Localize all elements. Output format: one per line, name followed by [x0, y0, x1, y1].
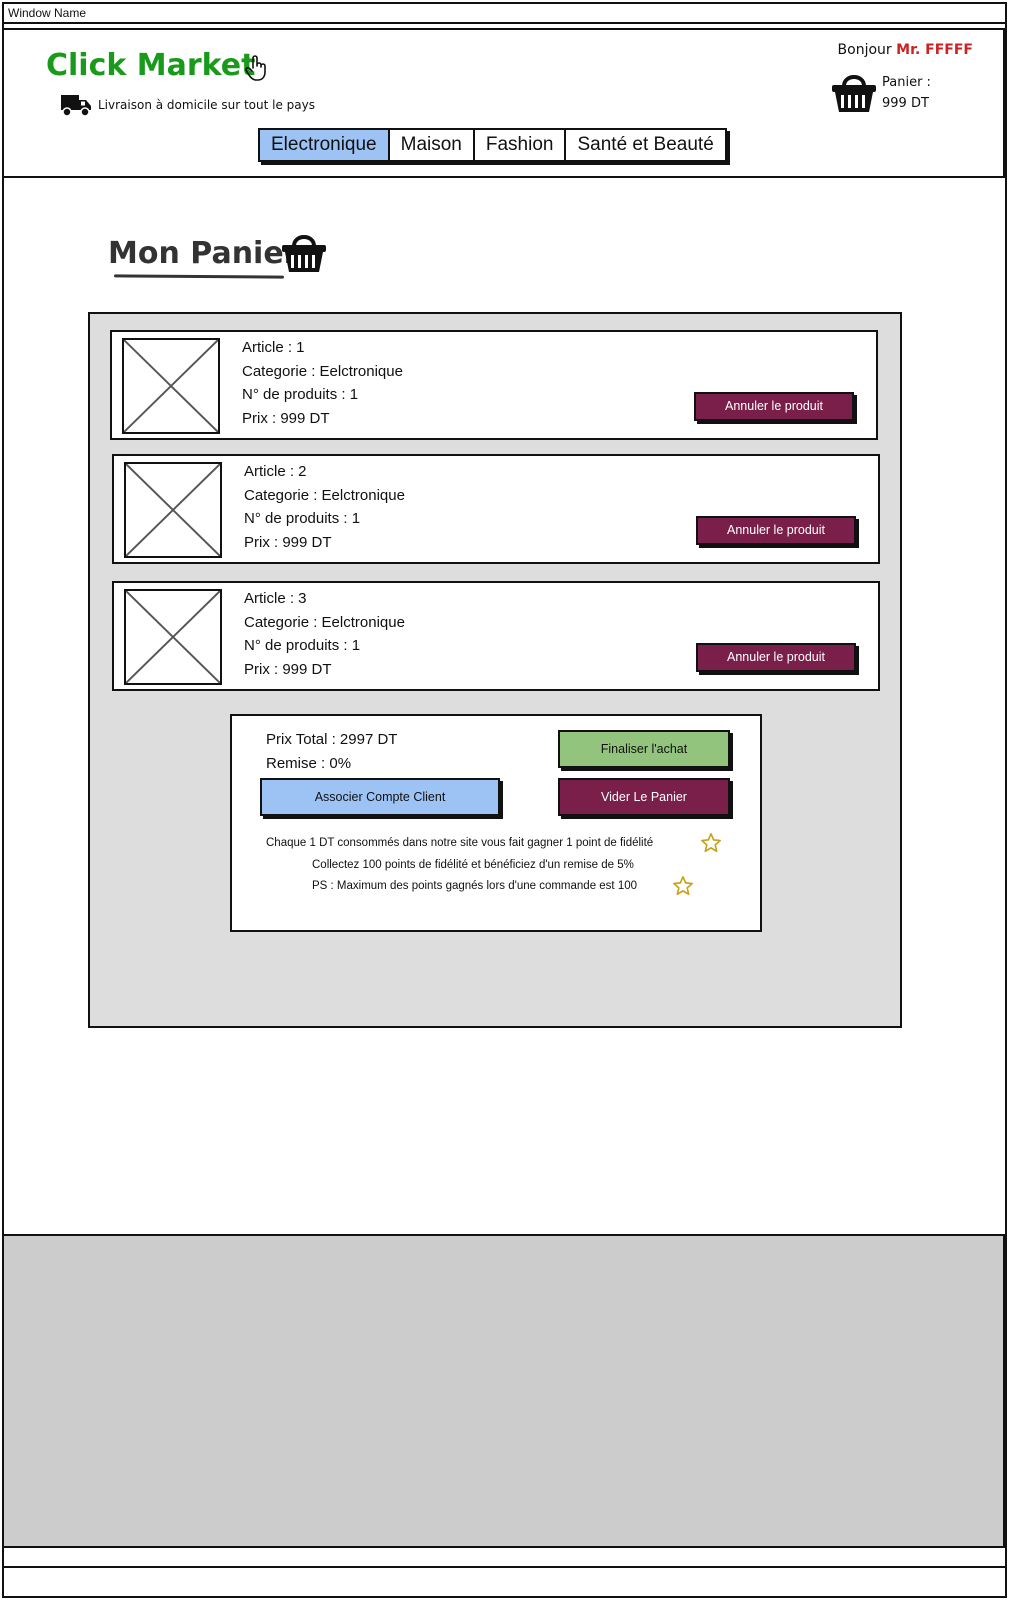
star-icon — [673, 876, 693, 896]
bottom-divider — [2, 1566, 1005, 1568]
item-count: N° de produits : 1 — [244, 510, 361, 527]
truck-icon — [61, 95, 91, 117]
cancel-product-button[interactable]: Annuler le produit — [696, 516, 856, 545]
page-footer — [2, 1234, 1005, 1548]
item-category: Categorie : Eelctronique — [242, 362, 403, 380]
item-category: Categorie : Eelctronique — [244, 613, 405, 631]
page-title: Mon Panier — [108, 236, 299, 271]
item-price: Prix : 999 DT — [242, 409, 330, 427]
item-count: N° de produits : 1 — [244, 637, 361, 654]
user-name[interactable]: Mr. FFFFF — [896, 42, 973, 58]
discount: Remise : 0% — [266, 755, 352, 772]
item-price: Prix : 999 DT — [244, 660, 332, 678]
image-placeholder-icon — [124, 462, 222, 558]
image-placeholder-icon — [124, 589, 222, 685]
order-summary: Prix Total : 2997 DT Remise : 0% Finalis… — [230, 714, 762, 932]
associate-account-button[interactable]: Associer Compte Client — [260, 778, 500, 816]
empty-cart-button[interactable]: Vider Le Panier — [558, 778, 730, 816]
site-logo[interactable]: Click Market — [46, 48, 256, 83]
delivery-text: Livraison à domicile sur tout le pays — [98, 98, 316, 112]
loyalty-line-3: PS : Maximum des points gagnés lors d'un… — [312, 880, 638, 892]
user-greeting: Bonjour Mr. FFFFF — [838, 42, 973, 58]
total-price: Prix Total : 2997 DT — [266, 731, 398, 748]
cart-item: Article : 1 Categorie : Eelctronique N° … — [110, 330, 878, 440]
item-article: Article : 1 — [242, 339, 305, 356]
hand-pointer-icon — [245, 55, 266, 81]
tab-fashion[interactable]: Fashion — [475, 130, 567, 160]
item-article: Article : 2 — [244, 463, 307, 480]
shopping-basket-icon[interactable] — [830, 70, 878, 114]
shopping-basket-icon — [282, 235, 326, 272]
item-article: Article : 3 — [244, 590, 307, 607]
star-icon — [701, 833, 721, 853]
tab-electronique[interactable]: Electronique — [260, 130, 390, 160]
category-nav: Electronique Maison Fashion Santé et Bea… — [258, 128, 727, 162]
cart-item: Article : 3 Categorie : Eelctronique N° … — [112, 581, 880, 691]
item-details: Article : 1 Categorie : Eelctronique N° … — [242, 336, 403, 430]
item-details: Article : 3 Categorie : Eelctronique N° … — [244, 587, 405, 681]
item-price: Prix : 999 DT — [244, 533, 332, 551]
tab-sante-beaute[interactable]: Santé et Beauté — [566, 130, 724, 160]
item-category: Categorie : Eelctronique — [244, 486, 405, 504]
cancel-product-button[interactable]: Annuler le produit — [696, 643, 856, 672]
cart-item: Article : 2 Categorie : Eelctronique N° … — [112, 454, 880, 564]
item-count: N° de produits : 1 — [242, 386, 359, 403]
image-placeholder-icon — [122, 338, 220, 434]
cart-panel: Article : 1 Categorie : Eelctronique N° … — [88, 312, 902, 1028]
cart-summary[interactable]: Panier : 999 DT — [882, 72, 931, 114]
window-title: Window Name — [4, 4, 1005, 24]
cancel-product-button[interactable]: Annuler le produit — [694, 392, 854, 421]
site-header: Click Market Livraison à domicile sur to… — [2, 28, 1005, 178]
cart-label: Panier : — [882, 75, 931, 90]
tab-maison[interactable]: Maison — [390, 130, 475, 160]
item-details: Article : 2 Categorie : Eelctronique N° … — [244, 460, 405, 554]
loyalty-line-1: Chaque 1 DT consommés dans notre site vo… — [266, 837, 654, 849]
totals: Prix Total : 2997 DT Remise : 0% — [266, 728, 397, 776]
cart-amount: 999 DT — [882, 96, 929, 111]
greeting-label: Bonjour — [837, 42, 892, 58]
loyalty-line-2: Collectez 100 points de fidélité et béné… — [312, 859, 634, 871]
finalize-purchase-button[interactable]: Finaliser l'achat — [558, 730, 730, 768]
